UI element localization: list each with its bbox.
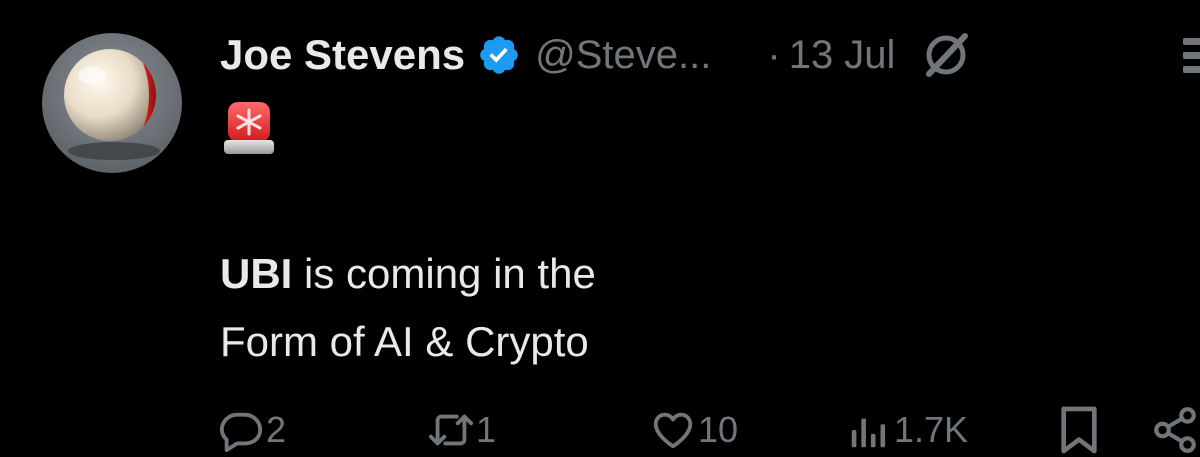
views-icon bbox=[851, 418, 886, 448]
repost-button[interactable]: 1 bbox=[428, 400, 496, 457]
tweet-text-line-1-rest: is coming in the bbox=[292, 250, 596, 297]
grok-icon[interactable] bbox=[921, 30, 971, 80]
view-count: 1.7K bbox=[894, 409, 969, 450]
share-button[interactable] bbox=[1150, 400, 1200, 457]
reply-button[interactable]: 2 bbox=[218, 400, 286, 457]
repost-count: 1 bbox=[476, 409, 497, 450]
views-button[interactable]: 1.7K bbox=[846, 400, 968, 457]
bookmark-button[interactable] bbox=[1056, 400, 1102, 457]
action-bar: 2 1 10 1.7K bbox=[0, 400, 1200, 457]
police-light-emoji bbox=[224, 102, 274, 154]
reply-icon bbox=[219, 412, 263, 453]
handle[interactable]: @Steve... bbox=[535, 33, 711, 78]
display-name[interactable]: Joe Stevens bbox=[220, 31, 465, 79]
tweet-header: Joe Stevens @Steve... · 13 Jul bbox=[220, 30, 971, 80]
avatar[interactable] bbox=[42, 33, 182, 173]
share-icon bbox=[1154, 407, 1196, 453]
repost-icon bbox=[428, 414, 474, 446]
tweet-text-bold: UBI bbox=[220, 250, 293, 297]
avatar-ball-image bbox=[64, 49, 160, 160]
more-icon[interactable] bbox=[1176, 30, 1200, 80]
like-button[interactable]: 10 bbox=[650, 400, 738, 457]
tweet-text-line-2: Form of AI & Crypto bbox=[220, 318, 589, 365]
heart-icon bbox=[653, 412, 693, 449]
reply-count: 2 bbox=[266, 409, 287, 450]
separator-dot: · bbox=[767, 32, 781, 77]
tweet-text: UBI is coming in the Form of AI & Crypto bbox=[220, 240, 596, 376]
like-count: 10 bbox=[698, 409, 739, 450]
timestamp[interactable]: 13 Jul bbox=[789, 33, 896, 78]
tweet-text-line-1: UBI is coming in the bbox=[220, 240, 596, 308]
verified-badge-icon[interactable] bbox=[477, 33, 521, 77]
bookmark-icon bbox=[1061, 406, 1097, 454]
